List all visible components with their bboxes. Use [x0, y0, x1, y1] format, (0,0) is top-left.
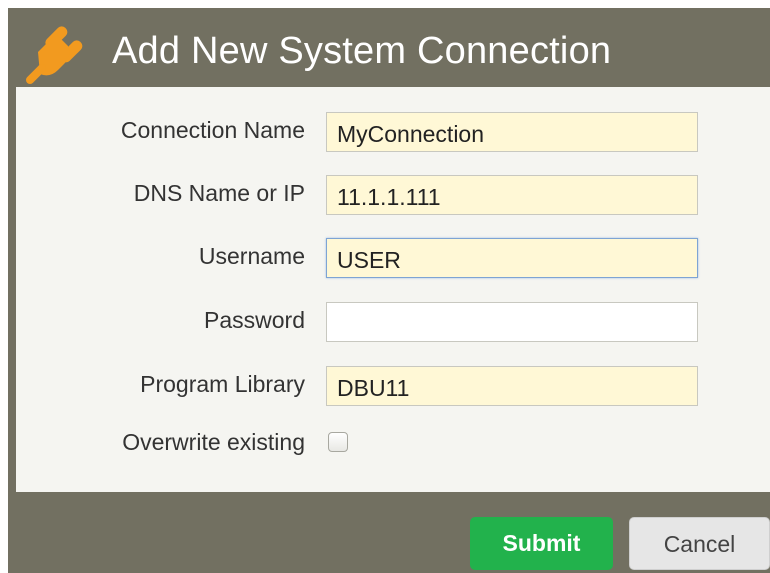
connection-form: Connection Name DNS Name or IP Username …	[16, 87, 770, 492]
overwrite-existing-label: Overwrite existing	[122, 429, 305, 455]
dialog-title: Add New System Connection	[112, 30, 612, 72]
dialog-titlebar: Add New System Connection	[8, 8, 770, 87]
connection-name-input[interactable]	[326, 112, 698, 152]
password-input[interactable]	[326, 302, 698, 342]
dns-name-label: DNS Name or IP	[133, 180, 305, 206]
password-label: Password	[204, 307, 305, 333]
submit-button[interactable]: Submit	[470, 517, 613, 570]
overwrite-existing-checkbox[interactable]	[328, 432, 348, 452]
username-label: Username	[198, 243, 305, 269]
add-connection-dialog: Add New System Connection Connection Nam…	[8, 8, 770, 573]
username-input[interactable]	[326, 238, 698, 278]
connection-name-label: Connection Name	[120, 117, 305, 143]
dns-name-input[interactable]	[326, 175, 698, 215]
cancel-button[interactable]: Cancel	[629, 517, 770, 570]
program-library-label: Program Library	[140, 371, 305, 397]
plug-icon	[26, 26, 83, 84]
program-library-input[interactable]	[326, 366, 698, 406]
